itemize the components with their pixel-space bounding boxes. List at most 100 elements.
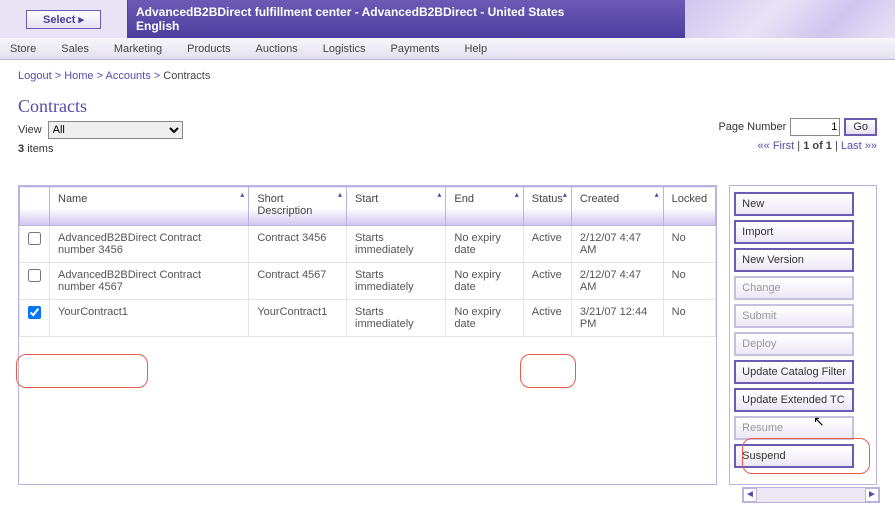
cell-end: No expiry date bbox=[446, 300, 523, 337]
bc-accounts[interactable]: Accounts bbox=[105, 70, 150, 82]
col-status-label: Status bbox=[532, 193, 563, 205]
go-button[interactable]: Go bbox=[844, 118, 877, 136]
contracts-table: Name▴ Short Description ▴ Start ▴ End ▴ Sta… bbox=[18, 185, 717, 485]
select-wrap: Select ▸ bbox=[0, 0, 128, 38]
cell-desc: Contract 4567 bbox=[249, 263, 347, 300]
top-bar: Select ▸ AdvancedB2BDirect fulfillment c… bbox=[0, 0, 895, 38]
row-checkbox[interactable] bbox=[28, 306, 41, 319]
sort-icon: ▴ bbox=[515, 190, 519, 199]
page-title: Contracts bbox=[18, 96, 877, 117]
cell-desc: Contract 3456 bbox=[249, 226, 347, 263]
items-word: items bbox=[27, 143, 53, 155]
app-title: AdvancedB2BDirect fulfillment center - A… bbox=[128, 0, 685, 38]
bc-home[interactable]: Home bbox=[64, 70, 93, 82]
row-checkbox[interactable] bbox=[28, 269, 41, 282]
action-deploy: Deploy bbox=[734, 332, 854, 356]
cell-start: Starts immediately bbox=[347, 300, 446, 337]
action-new-version[interactable]: New Version bbox=[734, 248, 854, 272]
first-link[interactable]: «« First bbox=[758, 140, 795, 152]
col-created[interactable]: Created ▴ bbox=[571, 187, 663, 226]
cell-name: AdvancedB2BDirect Contract number 3456 bbox=[50, 226, 249, 263]
items-number: 3 bbox=[18, 143, 24, 155]
col-created-label: Created bbox=[580, 193, 619, 205]
cell-status: Active bbox=[523, 263, 571, 300]
last-label: Last bbox=[841, 140, 862, 152]
col-desc-label: Short Description bbox=[257, 193, 312, 217]
menu-help[interactable]: Help bbox=[464, 43, 487, 55]
menu-sales[interactable]: Sales bbox=[61, 43, 89, 55]
col-check bbox=[20, 187, 50, 226]
action-import[interactable]: Import bbox=[734, 220, 854, 244]
col-end[interactable]: End ▴ bbox=[446, 187, 523, 226]
scroll-left-icon[interactable]: ◄ bbox=[743, 488, 757, 502]
cell-end: No expiry date bbox=[446, 226, 523, 263]
first-label: First bbox=[773, 140, 794, 152]
cell-status: Active bbox=[523, 226, 571, 263]
sort-icon: ▴ bbox=[240, 190, 244, 199]
menu-logistics[interactable]: Logistics bbox=[323, 43, 366, 55]
last-link[interactable]: Last »» bbox=[841, 140, 877, 152]
col-end-label: End bbox=[454, 193, 474, 205]
sort-icon: ▴ bbox=[338, 190, 342, 199]
header-decoration bbox=[685, 0, 895, 38]
sort-icon: ▴ bbox=[437, 190, 441, 199]
menu-marketing[interactable]: Marketing bbox=[114, 43, 162, 55]
view-label: View bbox=[18, 124, 42, 136]
cell-locked: No bbox=[663, 226, 716, 263]
main-area: Name▴ Short Description ▴ Start ▴ End ▴ Sta… bbox=[18, 185, 877, 485]
scroll-right-icon[interactable]: ► bbox=[865, 488, 879, 502]
action-change: Change bbox=[734, 276, 854, 300]
bc-current: Contracts bbox=[163, 70, 210, 82]
col-start[interactable]: Start ▴ bbox=[347, 187, 446, 226]
page-number-label: Page Number bbox=[718, 121, 786, 133]
menu-auctions[interactable]: Auctions bbox=[256, 43, 298, 55]
sort-icon: ▴ bbox=[563, 190, 567, 199]
bc-logout[interactable]: Logout bbox=[18, 70, 52, 82]
action-submit: Submit bbox=[734, 304, 854, 328]
cell-created: 2/12/07 4:47 AM bbox=[571, 226, 663, 263]
table-row[interactable]: AdvancedB2BDirect Contract number 4567Co… bbox=[20, 263, 716, 300]
cell-created: 3/21/07 12:44 PM bbox=[571, 300, 663, 337]
menu-bar: Store Sales Marketing Products Auctions … bbox=[0, 38, 895, 60]
content: Logout > Home > Accounts > Contracts Con… bbox=[0, 60, 895, 495]
actions-sidebar[interactable]: New Import New Version Change Submit Deploy Up… bbox=[729, 185, 877, 485]
cell-desc: YourContract1 bbox=[249, 300, 347, 337]
col-desc[interactable]: Short Description ▴ bbox=[249, 187, 347, 226]
table-row[interactable]: AdvancedB2BDirect Contract number 3456Co… bbox=[20, 226, 716, 263]
row-checkbox[interactable] bbox=[28, 232, 41, 245]
page-number-input[interactable] bbox=[790, 118, 840, 136]
title-line1: AdvancedB2BDirect fulfillment center - A… bbox=[136, 5, 677, 19]
action-new[interactable]: New bbox=[734, 192, 854, 216]
cell-status: Active bbox=[523, 300, 571, 337]
action-resume: Resume bbox=[734, 416, 854, 440]
page-of: 1 of 1 bbox=[803, 140, 832, 152]
cell-name: YourContract1 bbox=[50, 300, 249, 337]
cell-start: Starts immediately bbox=[347, 226, 446, 263]
cell-name: AdvancedB2BDirect Contract number 4567 bbox=[50, 263, 249, 300]
menu-store[interactable]: Store bbox=[10, 43, 36, 55]
col-locked-label: Locked bbox=[672, 193, 707, 205]
title-line2: English bbox=[136, 19, 677, 33]
cell-end: No expiry date bbox=[446, 263, 523, 300]
cell-created: 2/12/07 4:47 AM bbox=[571, 263, 663, 300]
horizontal-scrollbar[interactable]: ◄ ► bbox=[742, 487, 880, 503]
cell-locked: No bbox=[663, 263, 716, 300]
sort-icon: ▴ bbox=[655, 190, 659, 199]
col-name[interactable]: Name▴ bbox=[50, 187, 249, 226]
col-status[interactable]: Status▴ bbox=[523, 187, 571, 226]
cell-locked: No bbox=[663, 300, 716, 337]
cell-start: Starts immediately bbox=[347, 263, 446, 300]
action-update-extended-tc[interactable]: Update Extended TC bbox=[734, 388, 854, 412]
header-row: Name▴ Short Description ▴ Start ▴ End ▴ Sta… bbox=[20, 187, 716, 226]
page-nav: «« First | 1 of 1 | Last »» bbox=[718, 140, 877, 152]
table-row[interactable]: YourContract1YourContract1Starts immedia… bbox=[20, 300, 716, 337]
col-start-label: Start bbox=[355, 193, 378, 205]
breadcrumb: Logout > Home > Accounts > Contracts bbox=[18, 70, 877, 82]
col-locked[interactable]: Locked bbox=[663, 187, 716, 226]
menu-products[interactable]: Products bbox=[187, 43, 230, 55]
action-suspend[interactable]: Suspend bbox=[734, 444, 854, 468]
action-update-catalog-filter[interactable]: Update Catalog Filter bbox=[734, 360, 854, 384]
select-button[interactable]: Select ▸ bbox=[26, 10, 101, 29]
view-select[interactable]: All bbox=[48, 121, 183, 139]
menu-payments[interactable]: Payments bbox=[391, 43, 440, 55]
